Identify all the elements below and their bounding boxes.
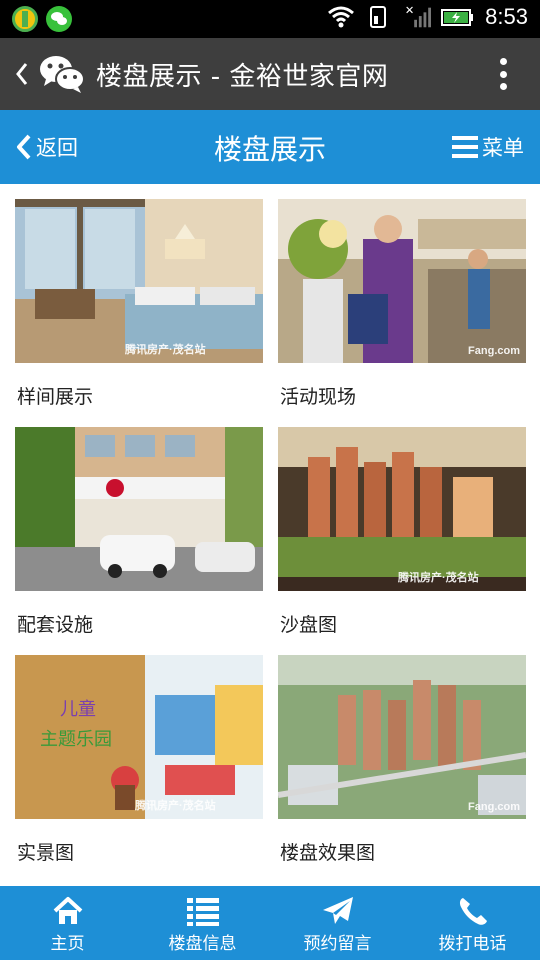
gallery-caption: 配套设施: [17, 614, 94, 636]
overflow-menu-icon[interactable]: [500, 58, 508, 90]
signal-icon: ✕: [405, 4, 432, 28]
battery-charging-icon: [441, 9, 474, 26]
watermark: 腾讯房产·茂名站: [125, 344, 206, 356]
gallery-card-amenities[interactable]: 配套设施: [15, 427, 263, 636]
nav-item-home[interactable]: 主页: [0, 886, 135, 960]
svg-text:✕: ✕: [405, 4, 414, 17]
wifi-icon: [328, 6, 355, 28]
nav-item-call[interactable]: 拨打电话: [405, 886, 540, 960]
nav-label: 主页: [50, 934, 85, 954]
gallery-caption: 沙盘图: [280, 614, 338, 636]
home-icon: [53, 897, 82, 924]
paper-plane-icon: [322, 897, 353, 924]
menu-button[interactable]: 菜单: [452, 130, 524, 164]
gallery-caption: 实景图: [17, 842, 75, 864]
watermark: 腾讯房产·茂名站: [398, 572, 479, 584]
nav-label: 楼盘信息: [168, 934, 237, 954]
list-icon: [186, 898, 219, 926]
gallery-card-event[interactable]: Fang.com 活动现场: [278, 199, 526, 408]
rendering-photo: Fang.com: [278, 655, 526, 819]
gallery-card-show-flat[interactable]: 腾讯房产·茂名站 样间展示: [15, 199, 263, 408]
show-flat-photo: 腾讯房产·茂名站: [15, 199, 263, 363]
gallery-grid: 腾讯房产·茂名站 样间展示 Fang.com 活动现场 配套设施 腾讯房产·茂名…: [0, 184, 540, 884]
page-header: 返回 楼盘展示 菜单: [0, 110, 540, 184]
wechat-logo-icon: [40, 56, 85, 93]
phone-icon: [459, 898, 487, 925]
svg-text:儿童: 儿童: [60, 699, 96, 720]
gallery-card-sand-table[interactable]: 腾讯房产·茂名站 沙盘图: [278, 427, 526, 636]
gallery-card-rendering[interactable]: Fang.com 楼盘效果图: [278, 655, 526, 864]
nav-item-reservation[interactable]: 预约留言: [270, 886, 405, 960]
nav-label: 拨打电话: [438, 934, 507, 954]
watermark: Fang.com: [468, 801, 520, 813]
bottom-nav: 主页 楼盘信息 预约留言 拨打电话: [0, 886, 540, 960]
amenities-photo: [15, 427, 263, 591]
svg-text:主题乐园: 主题乐园: [40, 729, 112, 750]
gallery-caption: 样间展示: [17, 386, 94, 408]
watermark: 腾讯房产·茂名站: [135, 800, 216, 812]
sim-card-icon: [370, 6, 387, 28]
app-bar: 楼盘展示 - 金裕世家官网: [0, 38, 540, 110]
notification-icons: [12, 6, 72, 32]
back-chevron-icon[interactable]: [14, 60, 30, 88]
watermark: Fang.com: [468, 345, 520, 357]
menu-button-label: 菜单: [482, 136, 524, 160]
status-bar: ✕ 8:53: [0, 0, 540, 38]
hamburger-icon: [452, 136, 478, 158]
event-photo: Fang.com: [278, 199, 526, 363]
sand-table-photo: 腾讯房产·茂名站: [278, 427, 526, 591]
nav-label: 预约留言: [303, 934, 372, 954]
gallery-caption: 楼盘效果图: [280, 842, 376, 864]
nav-item-property-info[interactable]: 楼盘信息: [135, 886, 270, 960]
wechat-notification-icon: [46, 6, 72, 32]
app-notification-icon: [12, 6, 38, 32]
app-bar-title: 楼盘展示 - 金裕世家官网: [96, 62, 389, 92]
gallery-card-real-scene[interactable]: 儿童 主题乐园 腾讯房产·茂名站 实景图: [15, 655, 263, 864]
clock: 8:53: [485, 4, 528, 29]
gallery-caption: 活动现场: [280, 386, 357, 408]
real-scene-photo: 儿童 主题乐园 腾讯房产·茂名站: [15, 655, 263, 819]
